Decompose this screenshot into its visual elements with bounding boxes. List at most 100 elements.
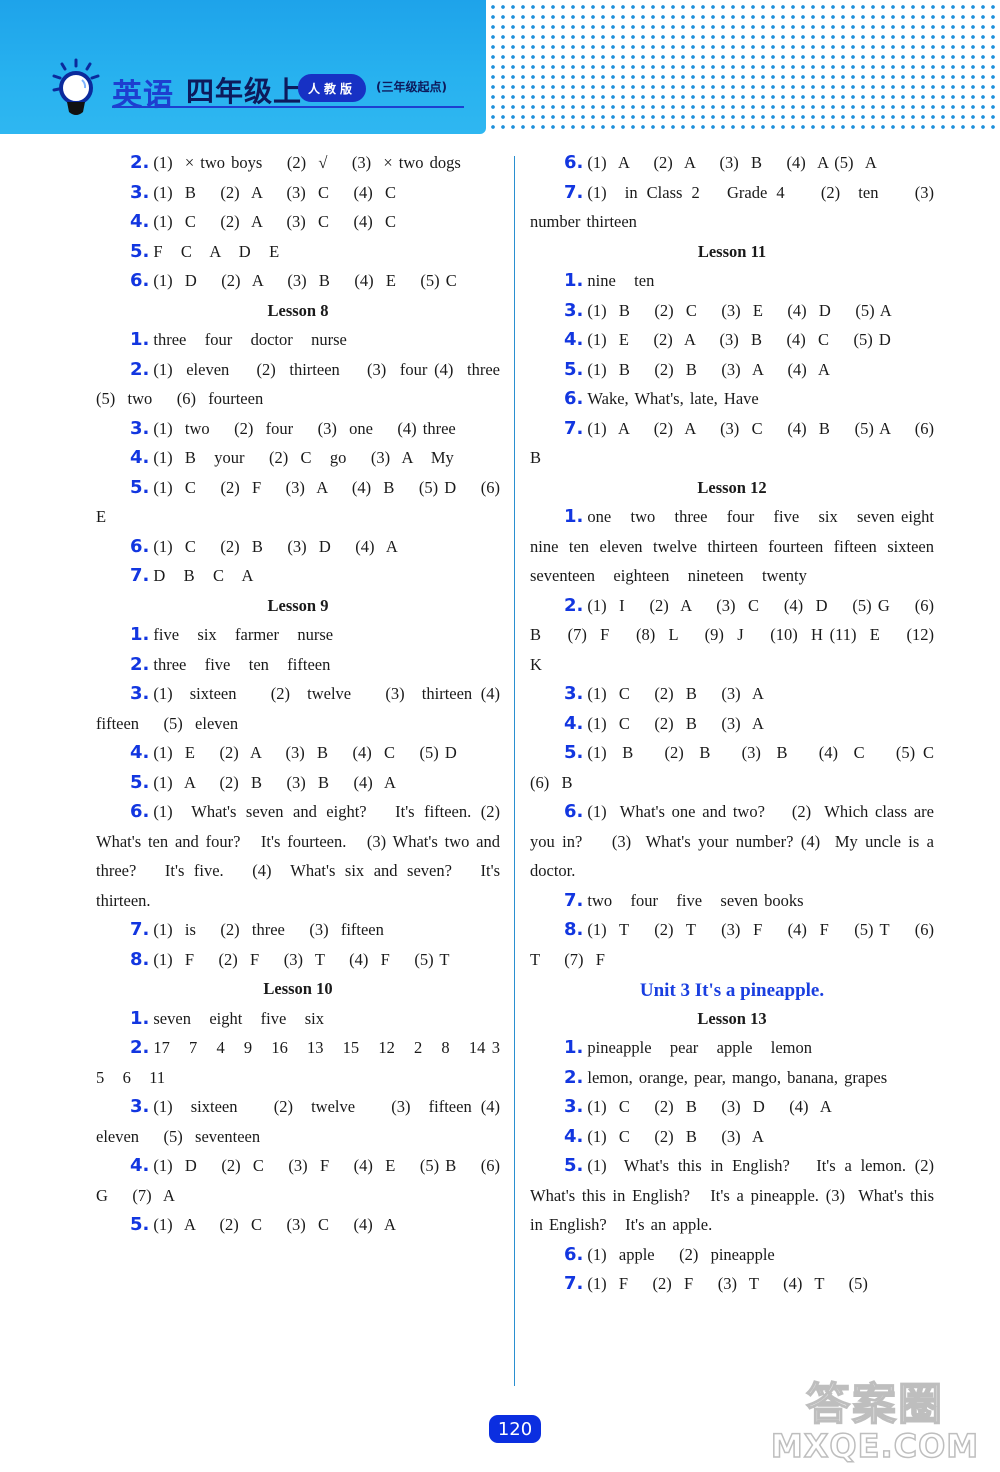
question-number: 1. — [564, 1037, 584, 1058]
lesson-heading: Lesson 12 — [697, 477, 767, 497]
question-number: 3. — [564, 683, 584, 704]
question-number: 6. — [564, 801, 584, 822]
question-number: 2. — [564, 1066, 584, 1088]
question-number: 7. — [564, 417, 584, 439]
answer-text: (1) sixteen (2) twelve (3) fifteen (4) e… — [96, 1097, 513, 1146]
question-number: 6. — [130, 270, 150, 291]
answer-text: (1) is (2) three (3) fifteen — [153, 920, 384, 939]
answer-text: two four five seven books — [587, 890, 804, 910]
question-number: 7. — [564, 181, 584, 203]
answer-text: (1) D (2) A (3) B (4) E (5) C — [153, 271, 457, 290]
lightbulb-icon — [52, 58, 100, 115]
answer-item: 3. (1) two (2) four (3) one (4) three — [96, 414, 500, 444]
question-number: 5. — [564, 358, 584, 380]
question-number: 5. — [564, 742, 584, 763]
question-number: 4. — [564, 1125, 584, 1147]
answer-text: 17 7 4 9 16 13 15 12 2 8 14 3 5 6 11 — [96, 1038, 519, 1087]
answer-text: three five ten fifteen — [153, 654, 331, 674]
answer-item: 5. (1) B (2) B (3) B (4) C (5) C (6) B — [530, 738, 934, 797]
answer-text: (1) A (2) C (3) C (4) A — [153, 1215, 396, 1234]
question-number: 5. — [564, 1155, 584, 1176]
question-number: 1. — [130, 329, 150, 350]
answer-item: 3. (1) B (2) A (3) C (4) C — [96, 178, 500, 208]
answer-item: 3. (1) B (2) C (3) E (4) D (5) A — [530, 296, 934, 326]
answer-text: (1) What's this in English? It's a lemon… — [530, 1156, 947, 1234]
lesson-heading: Lesson 8 — [267, 300, 329, 320]
answer-item: 4. (1) C (2) B (3) A — [530, 709, 934, 739]
question-number: 4. — [130, 1155, 150, 1176]
question-number: 2. — [130, 152, 150, 173]
answer-item: 4. (1) C (2) A (3) C (4) C — [96, 207, 500, 237]
question-number: 6. — [564, 388, 584, 409]
question-number: 1. — [564, 270, 584, 291]
question-number: 2. — [130, 1037, 150, 1058]
question-number: 1. — [130, 1007, 150, 1029]
answer-item: 3. (1) sixteen (2) twelve (3) fifteen (4)… — [96, 1092, 500, 1151]
question-number: 4. — [130, 447, 150, 468]
answer-item: 2. (1) eleven (2) thirteen (3) four (4) t… — [96, 355, 500, 414]
answer-text: (1) C (2) B (3) D (4) A — [587, 1097, 832, 1116]
answer-item: 1. nine ten — [530, 266, 934, 296]
answer-item: 7. (1) is (2) three (3) fifteen — [96, 915, 500, 945]
question-number: 4. — [564, 712, 584, 734]
answer-text: (1) What's seven and eight? It's fifteen… — [96, 802, 513, 910]
answer-text: (1) T (2) T (3) F (4) F (5) T (6) T (7) … — [530, 920, 947, 969]
answer-item: 4. (1) E (2) A (3) B (4) C (5) D — [96, 738, 500, 768]
answer-text: (1) in Class 2 Grade 4 (2) ten (3) numbe… — [530, 182, 941, 232]
answer-item: 5. (1) B (2) B (3) A (4) A — [530, 355, 934, 385]
answer-item: 1. seven eight five six — [96, 1004, 500, 1034]
answer-text: (1) F (2) F (3) T (4) F (5) T — [153, 949, 450, 969]
answer-item: 7. (1) in Class 2 Grade 4 (2) ten (3) num… — [530, 178, 934, 237]
watermark-en: MXQE.COM — [770, 1427, 980, 1465]
answer-text: (1) I (2) A (3) C (4) D (5) G (6) B (7) … — [530, 595, 947, 674]
answer-text: (1) E (2) A (3) B (4) C (5) D — [153, 743, 457, 762]
answer-item: 1. five six farmer nurse — [96, 620, 500, 650]
question-number: 3. — [564, 299, 584, 321]
question-number: 8. — [130, 948, 150, 970]
answer-item: 8. (1) F (2) F (3) T (4) F (5) T — [96, 945, 500, 975]
answer-text: pineapple pear apple lemon — [587, 1038, 813, 1057]
answer-item: 6. (1) A (2) A (3) B (4) A (5) A — [530, 148, 934, 178]
question-number: 5. — [130, 476, 150, 498]
answer-item: 2. lemon, orange, pear, mango, banana, gr… — [530, 1063, 934, 1093]
answer-text: (1) A (2) A (3) B (4) A (5) A — [587, 153, 877, 172]
answer-text: (1) E (2) A (3) B (4) C (5) D — [587, 330, 891, 349]
question-number: 4. — [564, 329, 584, 350]
answer-text: (1) C (2) F (3) A (4) B (5) D (6) E — [96, 477, 513, 527]
question-number: 3. — [564, 1096, 584, 1117]
answer-item: 6. (1) apple (2) pineapple — [530, 1240, 934, 1270]
answer-item: 1. pineapple pear apple lemon — [530, 1033, 934, 1063]
answer-item: 6. (1) C (2) B (3) D (4) A — [96, 532, 500, 562]
lesson-heading: Lesson 11 — [697, 241, 767, 261]
question-number: 6. — [130, 535, 150, 557]
question-number: 3. — [130, 683, 150, 704]
answer-text: five six farmer nurse — [153, 625, 334, 644]
question-number: 5. — [130, 240, 150, 262]
answer-item: 4. (1) E (2) A (3) B (4) C (5) D — [530, 325, 934, 355]
answer-item: 5. (1) What's this in English? It's a lem… — [530, 1151, 934, 1240]
answer-text: F C A D E — [153, 241, 280, 261]
answer-text: (1) eleven (2) thirteen (3) four (4) thr… — [96, 359, 525, 409]
page-number: 120 — [489, 1415, 541, 1443]
answer-item: 2. (1) × two boys (2) √ (3) × two dogs — [96, 148, 500, 178]
question-number: 1. — [130, 624, 150, 645]
lesson-heading: Lesson 9 — [267, 595, 329, 615]
question-number: 2. — [564, 594, 584, 616]
answer-item: 6. (1) What's one and two? (2) Which clas… — [530, 797, 934, 886]
answer-item: 5. (1) A (2) B (3) B (4) A — [96, 768, 500, 798]
answer-text: (1) B your (2) C go (3) A My — [153, 448, 454, 467]
answer-text: (1) F (2) F (3) T (4) T (5) — [587, 1274, 868, 1293]
answer-text: (1) A (2) B (3) B (4) A — [153, 772, 396, 792]
question-number: 2. — [130, 653, 150, 675]
answer-item: 4. (1) B your (2) C go (3) A My — [96, 443, 500, 473]
question-number: 5. — [130, 771, 150, 793]
grade-title: 四年级上 — [186, 75, 303, 108]
answer-item: 7. (1) A (2) A (3) C (4) B (5) A (6) B — [530, 414, 934, 473]
unit-heading: Unit 3 It's a pineapple. — [639, 980, 825, 1001]
answer-text: (1) What's one and two? (2) Which class … — [530, 802, 941, 880]
answer-text: (1) D (2) C (3) F (4) E (5) B (6) G (7) … — [96, 1156, 513, 1205]
question-number: 1. — [564, 506, 584, 527]
answer-item: 5. (1) C (2) F (3) A (4) B (5) D (6) E — [96, 473, 500, 532]
answer-item: 5. F C A D E — [96, 237, 500, 267]
question-number: 6. — [564, 1243, 584, 1265]
